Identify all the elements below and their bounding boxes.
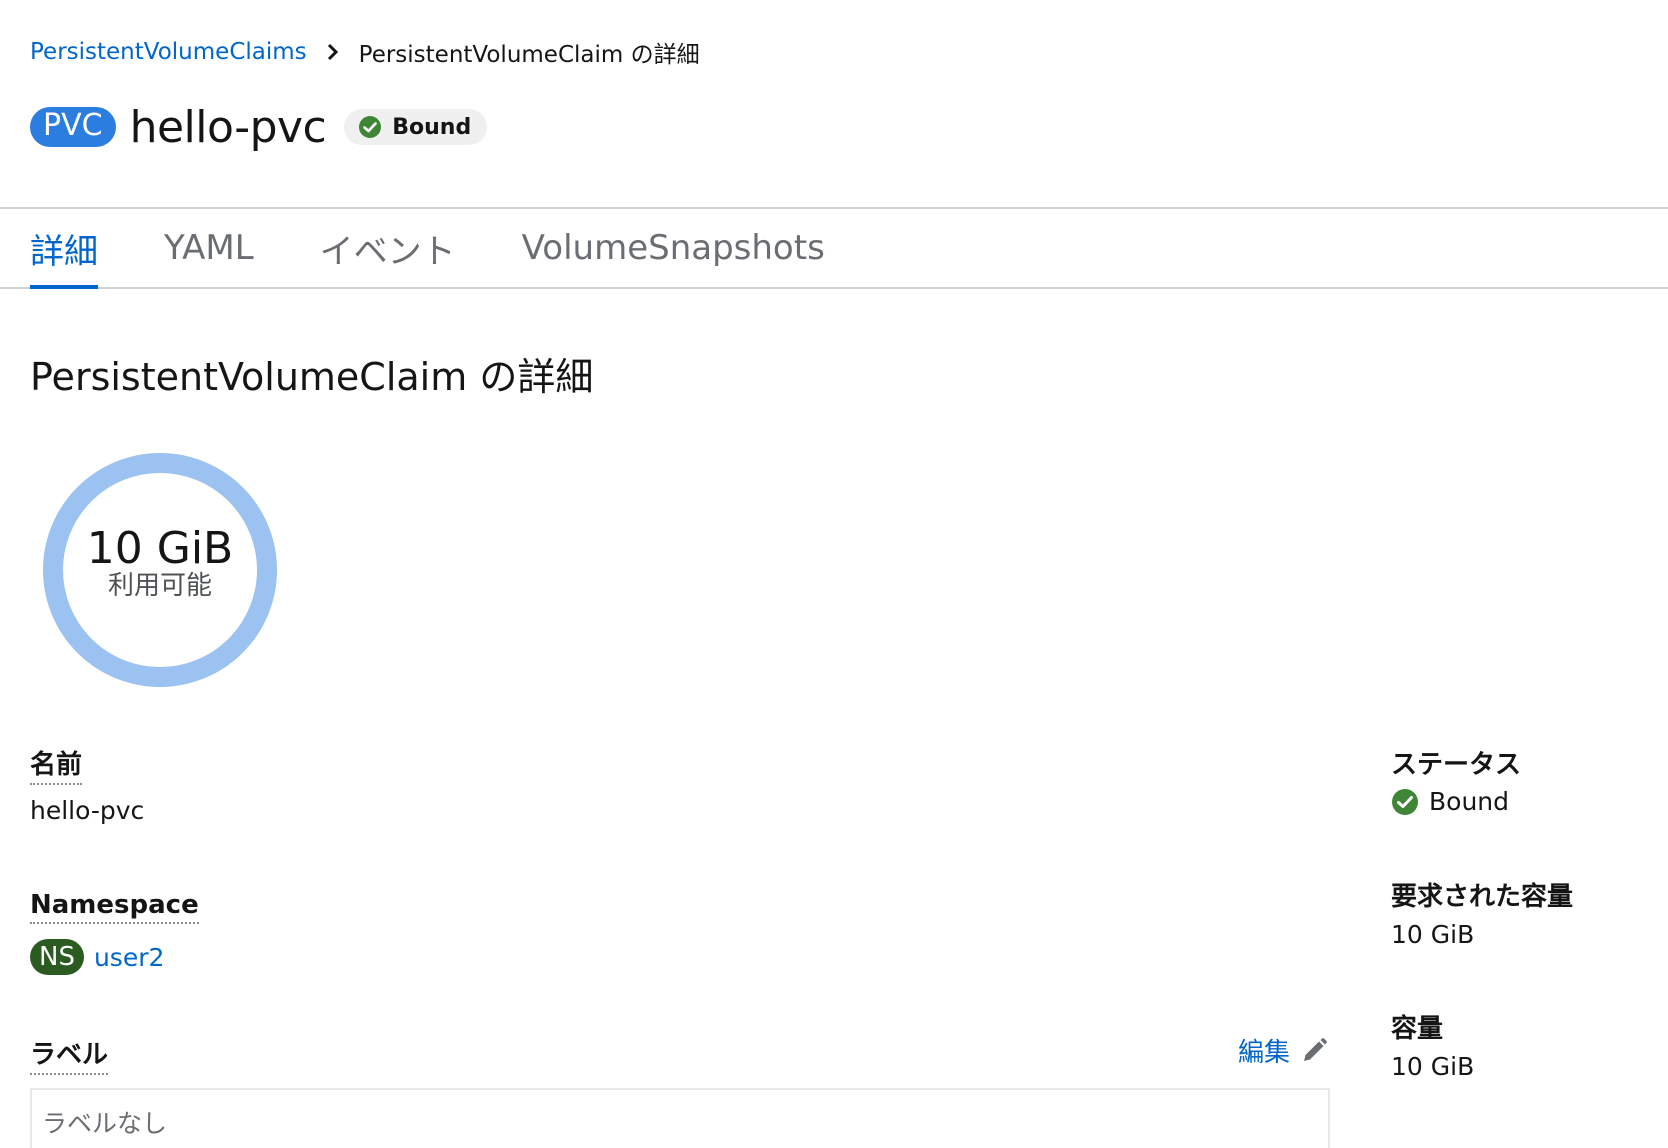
chevron-right-icon: [327, 43, 339, 61]
capacity-value: 10 GiB: [1391, 1052, 1475, 1081]
namespace-label: Namespace: [30, 890, 199, 924]
labels-empty-text: ラベルなし: [42, 1109, 168, 1138]
breadcrumb: PersistentVolumeClaims PersistentVolumeC…: [30, 34, 700, 70]
labels-box: ラベルなし: [30, 1088, 1330, 1148]
pencil-icon: [1304, 1037, 1327, 1061]
breadcrumb-current: PersistentVolumeClaim の詳細: [358, 42, 700, 68]
check-circle-icon: [1392, 788, 1418, 815]
tab-events[interactable]: イベント: [320, 209, 456, 287]
section-title: PersistentVolumeClaim の詳細: [30, 355, 594, 399]
status-value: Bound: [1391, 787, 1509, 816]
status-badge-label: Bound: [392, 114, 472, 140]
pvc-kind-badge: PVC: [30, 107, 116, 147]
requested-capacity-value: 10 GiB: [1391, 920, 1475, 949]
tab-details[interactable]: 詳細: [30, 209, 98, 289]
tab-yaml[interactable]: YAML: [164, 209, 254, 287]
status-label: ステータス: [1391, 750, 1522, 780]
edit-labels-button[interactable]: 編集: [1238, 1032, 1328, 1069]
capacity-label: 容量: [1391, 1014, 1444, 1044]
check-circle-icon: [359, 116, 382, 138]
status-value-text: Bound: [1429, 787, 1510, 816]
name-value: hello-pvc: [30, 796, 145, 825]
breadcrumb-link-pvcs[interactable]: PersistentVolumeClaims: [30, 39, 307, 65]
namespace-link[interactable]: user2: [94, 943, 164, 972]
capacity-donut-chart: [43, 453, 277, 687]
tab-bar: 詳細 YAML イベント VolumeSnapshots: [0, 207, 1668, 289]
labels-label: ラベル: [30, 1034, 109, 1075]
edit-labels-label: 編集: [1238, 1038, 1291, 1068]
page-header: PVC hello-pvc Bound: [30, 96, 488, 158]
tab-volume-snapshots[interactable]: VolumeSnapshots: [522, 209, 825, 287]
donut-ring: [43, 453, 277, 687]
page-title: hello-pvc: [129, 101, 327, 153]
name-label: 名前: [30, 744, 83, 785]
namespace-badge: NS: [30, 939, 84, 975]
status-badge: Bound: [344, 109, 488, 145]
namespace-value: NS user2: [30, 939, 164, 975]
requested-capacity-label: 要求された容量: [1391, 882, 1574, 912]
